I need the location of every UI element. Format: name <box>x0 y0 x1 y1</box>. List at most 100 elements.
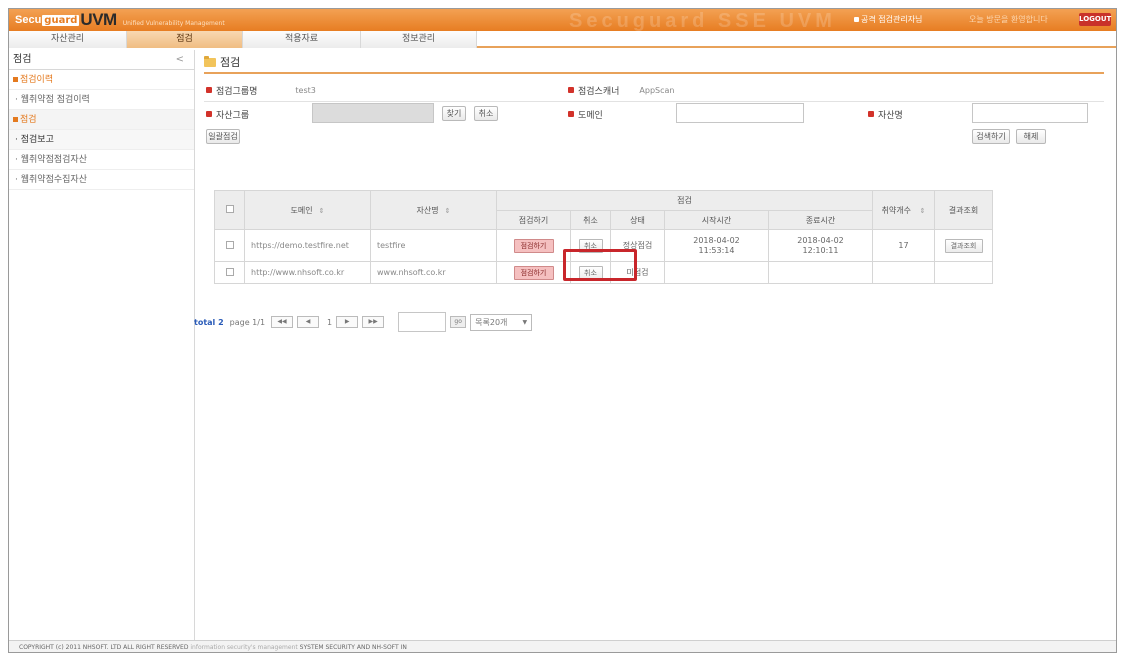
page-jump-input[interactable] <box>398 312 447 332</box>
header-inspection: 점검 <box>496 190 873 211</box>
required-dot-icon <box>868 111 874 117</box>
sidebar-item-inspection-report[interactable]: · 점검보고 <box>9 130 194 150</box>
logo: Secu guard UVM Unified Vulnerability Man… <box>15 10 225 29</box>
collapse-icon[interactable]: < <box>176 50 184 70</box>
domain-label: 도메인 <box>568 108 603 121</box>
domain-input[interactable] <box>676 103 804 123</box>
sort-icon[interactable]: ⇕ <box>445 207 451 215</box>
scanner-label-text: 점검스캐너 <box>578 86 620 97</box>
sidebar-group-history-label: 점검이력 <box>20 75 54 85</box>
last-page-button[interactable]: ▶▶ <box>362 316 385 328</box>
main-nav: 자산관리 점검 적용자료 정보관리 <box>9 31 1116 48</box>
user-icon <box>854 17 859 22</box>
logo-secu: Secu <box>15 14 42 26</box>
row-status: 정상점검 <box>610 229 665 262</box>
asset-name-input[interactable] <box>972 103 1088 123</box>
row-vuln-count <box>872 261 935 284</box>
footer-copyright: COPYRIGHT (c) 2011 NHSOFT. LTD ALL RIGHT… <box>19 644 189 651</box>
logout-button[interactable]: LOGOUT <box>1079 13 1111 26</box>
required-dot-icon <box>568 111 574 117</box>
sidebar-group-history[interactable]: 점검이력 <box>9 70 194 90</box>
total-count: total 2 <box>194 317 224 327</box>
cancel-button[interactable]: 취소 <box>474 106 498 121</box>
row-divider <box>204 101 1104 102</box>
row-inspect-cell: 점검하기 <box>496 229 571 262</box>
header-domain-text: 도메인 <box>290 205 313 215</box>
per-page-select[interactable]: 목록20개 ▼ <box>470 313 533 331</box>
row-domain: http://www.nhsoft.co.kr <box>244 261 371 284</box>
sidebar-item-label: 웹취약점 점검이력 <box>20 95 90 105</box>
row-inspect-cell: 점검하기 <box>496 261 571 284</box>
subheader-inspect: 점검하기 <box>496 210 571 230</box>
per-page-value: 목록20개 <box>475 317 508 327</box>
sidebar: 점검 < 점검이력 · 웹취약점 점검이력 점검 · 점검보고 · 웹취약점점검… <box>9 50 195 640</box>
inspect-button[interactable]: 점검하기 <box>513 238 554 253</box>
header-domain[interactable]: 도메인 ⇕ <box>244 190 371 230</box>
first-page-button[interactable]: ◀◀ <box>271 316 294 328</box>
row-cancel-button[interactable]: 취소 <box>578 265 603 280</box>
table-row: http://www.nhsoft.co.kr www.nhsoft.co.kr… <box>214 261 993 284</box>
go-button[interactable]: go <box>450 316 467 328</box>
next-page-button[interactable]: ▶ <box>336 316 359 328</box>
asset-group-label-text: 자산그룹 <box>216 110 250 121</box>
reset-button[interactable]: 해제 <box>1016 129 1046 144</box>
logo-subtitle: Unified Vulnerability Management <box>122 19 225 27</box>
pagination: total 2 page 1/1 ◀◀ ◀ 1 ▶ ▶▶ go 목록20개 ▼ <box>194 311 533 333</box>
user-info: 공격 점검관리자님 <box>854 14 922 25</box>
sort-icon[interactable]: ⇕ <box>319 207 325 215</box>
sidebar-item-web-vuln-collected[interactable]: · 웹취약점수집자산 <box>9 170 194 190</box>
user-name: 공격 점검관리자님 <box>861 15 923 24</box>
batch-inspect-button[interactable]: 일괄점검 <box>206 129 240 144</box>
tab-asset-management[interactable]: 자산관리 <box>9 31 127 48</box>
logo-guard: guard <box>42 14 80 26</box>
domain-row: 도메인 <box>568 103 603 125</box>
sidebar-group-inspection[interactable]: 점검 <box>9 110 194 130</box>
group-square-icon <box>13 117 18 122</box>
sort-icon[interactable]: ⇕ <box>920 207 926 215</box>
find-button[interactable]: 찾기 <box>442 106 466 121</box>
logo-uvm: UVM <box>80 10 117 29</box>
prev-page-button[interactable]: ◀ <box>297 316 320 328</box>
asset-group-label: 자산그룹 <box>206 108 249 121</box>
result-view-button[interactable]: 결과조회 <box>944 238 983 253</box>
group-square-icon <box>13 77 18 82</box>
welcome-message: 오늘 방문을 환영합니다 <box>969 15 1048 24</box>
header-asset-name[interactable]: 자산명 ⇕ <box>370 190 497 230</box>
row-cancel-button[interactable]: 취소 <box>578 238 603 253</box>
sidebar-title-text: 점검 <box>13 54 32 65</box>
row-cancel-cell: 취소 <box>570 261 611 284</box>
select-all-checkbox[interactable] <box>225 205 234 213</box>
folder-icon <box>204 55 216 67</box>
tab-info-management[interactable]: 정보관리 <box>361 31 477 48</box>
current-page-number[interactable]: 1 <box>327 318 332 327</box>
sidebar-item-label: 웹취약점수집자산 <box>20 175 87 185</box>
sidebar-group-inspection-label: 점검 <box>20 115 37 125</box>
search-button[interactable]: 검색하기 <box>972 129 1010 144</box>
subheader-status: 상태 <box>610 210 665 230</box>
footer: COPYRIGHT (c) 2011 NHSOFT. LTD ALL RIGHT… <box>9 640 1116 652</box>
inspect-button[interactable]: 점검하기 <box>513 265 554 280</box>
top-header: Secu guard UVM Unified Vulnerability Man… <box>9 9 1116 32</box>
sidebar-item-web-vuln-assets[interactable]: · 웹취약점점검자산 <box>9 150 194 170</box>
subheader-end: 종료시간 <box>768 210 873 230</box>
header-vuln-count[interactable]: 취약개수 ⇕ <box>872 190 935 230</box>
tab-inspection[interactable]: 점검 <box>127 31 243 48</box>
row-checkbox[interactable] <box>225 267 234 276</box>
asset-name-label-text: 자산명 <box>878 110 903 121</box>
sidebar-title: 점검 < <box>9 50 194 70</box>
asset-group-input[interactable] <box>312 103 434 123</box>
asset-name-row: 자산명 <box>868 103 903 125</box>
row-end-time: 2018-04-02 12:10:11 <box>768 229 873 262</box>
tab-applied-data[interactable]: 적용자료 <box>243 31 361 48</box>
group-name-label-text: 점검그룹명 <box>216 86 258 97</box>
header-asset-name-text: 자산명 <box>416 205 439 215</box>
row-start-time <box>664 261 769 284</box>
sidebar-item-label: 웹취약점점검자산 <box>20 155 87 165</box>
row-checkbox[interactable] <box>225 240 234 249</box>
sidebar-item-web-vuln-history[interactable]: · 웹취약점 점검이력 <box>9 90 194 110</box>
row-asset-name: testfire <box>370 229 497 262</box>
page-indicator: page 1/1 <box>229 317 266 327</box>
page-title-text: 점검 <box>220 56 241 69</box>
row-vuln-count: 17 <box>872 229 935 262</box>
row-end-time <box>768 261 873 284</box>
